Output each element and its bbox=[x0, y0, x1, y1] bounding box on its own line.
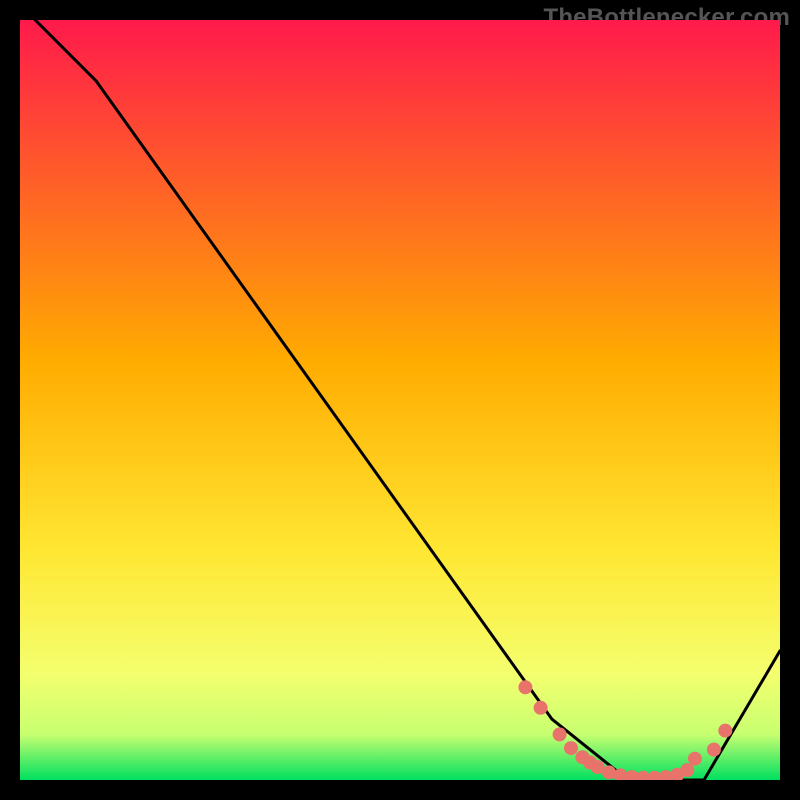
highlight-dot bbox=[707, 743, 721, 757]
highlight-dot bbox=[553, 727, 567, 741]
highlight-dot bbox=[688, 752, 702, 766]
highlight-dot bbox=[564, 741, 578, 755]
highlight-dot bbox=[518, 680, 532, 694]
highlight-dot bbox=[534, 701, 548, 715]
highlight-dot bbox=[718, 724, 732, 738]
highlight-dot bbox=[680, 763, 694, 777]
bottleneck-chart bbox=[20, 20, 780, 780]
chart-frame: TheBottlenecker.com bbox=[0, 0, 800, 800]
